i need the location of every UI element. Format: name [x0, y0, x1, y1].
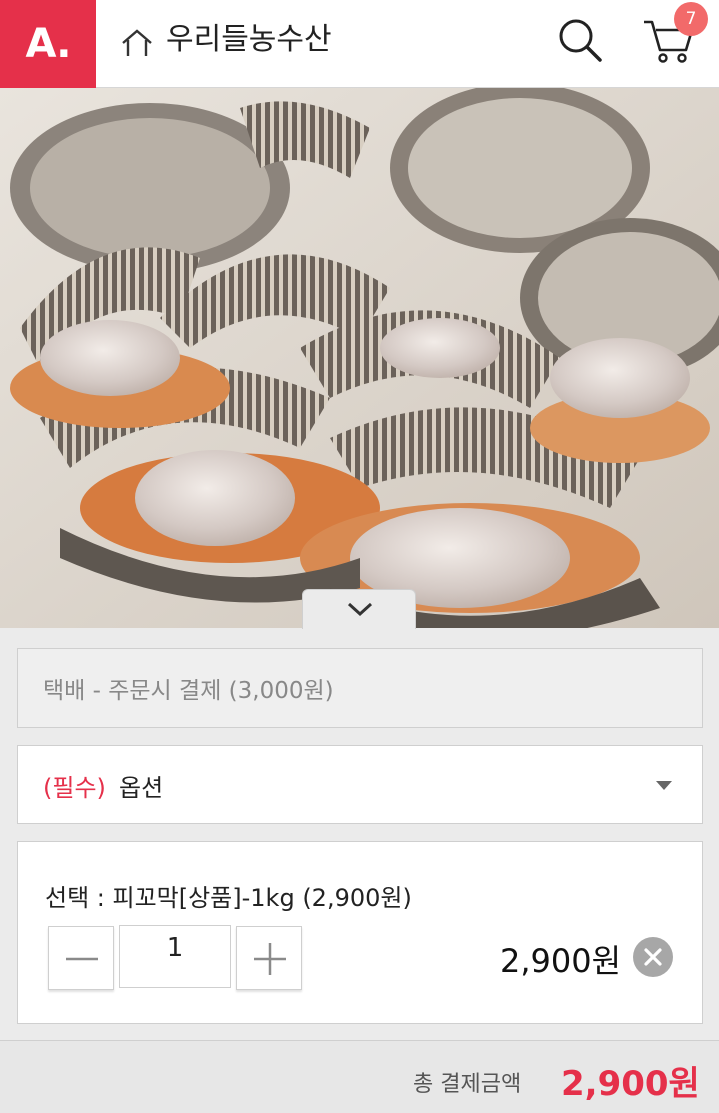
quantity-input[interactable]: 1 — [119, 925, 231, 988]
product-photo — [0, 88, 719, 628]
required-label: (필수) — [43, 774, 106, 802]
app-logo[interactable]: A. — [0, 0, 96, 88]
cart-count-badge[interactable]: 7 — [674, 2, 708, 36]
item-price: 2,900원 — [500, 942, 622, 980]
store-name[interactable]: 우리들농수산 — [166, 18, 332, 62]
total-label: 총 결제금액 — [413, 1072, 522, 1097]
remove-item-button[interactable] — [633, 937, 673, 977]
plus-icon — [254, 943, 286, 975]
chevron-down-icon — [347, 602, 373, 617]
selected-item-card: 선택 : 피꼬막[상품]-1kg (2,900원) 1 2,900원 — [17, 841, 703, 1024]
home-icon[interactable] — [120, 26, 154, 60]
image-toggle-tab[interactable] — [302, 589, 416, 629]
app-header: A. 우리들농수산 7 — [0, 0, 719, 88]
quantity-increase-button[interactable] — [236, 926, 302, 990]
option-select[interactable]: (필수) 옵션 — [17, 745, 703, 824]
close-icon — [644, 948, 662, 966]
logo-text: A. — [25, 21, 72, 67]
dropdown-caret-icon — [656, 781, 672, 790]
total-amount: 2,900원 — [561, 1064, 700, 1104]
option-label: 옵션 — [119, 774, 164, 802]
shipping-method-field[interactable]: 택배 - 주문시 결제 (3,000원) — [17, 648, 703, 728]
quantity-decrease-button[interactable] — [48, 926, 114, 990]
minus-icon — [66, 957, 98, 961]
selected-item-text: 선택 : 피꼬막[상품]-1kg (2,900원) — [45, 884, 412, 912]
search-icon[interactable] — [556, 16, 604, 64]
shipping-method-label: 택배 - 주문시 결제 (3,000원) — [43, 678, 334, 704]
total-bar: 총 결제금액 2,900원 — [0, 1040, 719, 1113]
